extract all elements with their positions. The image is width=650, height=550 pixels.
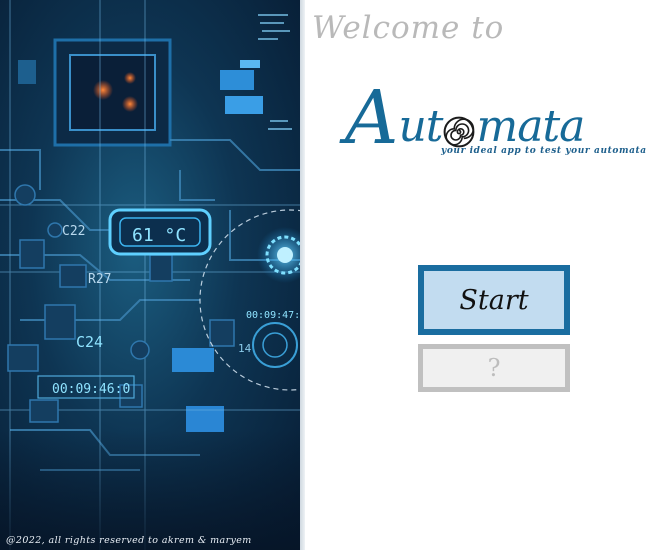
timer-readout-2: 00:09:47:2 — [246, 310, 300, 321]
board-label-c24: C24 — [76, 333, 103, 351]
help-button[interactable]: ? — [418, 344, 570, 392]
logo-tagline: your ideal app to test your automata — [441, 146, 647, 156]
start-button[interactable]: Start — [418, 265, 570, 335]
panel-divider — [300, 0, 305, 550]
logo-letter-a: A — [345, 75, 399, 161]
logo-text-middle: ut — [398, 101, 443, 152]
spiral-icon — [444, 116, 475, 148]
board-label-14: 14 — [238, 342, 252, 355]
board-label-c22: C22 — [62, 224, 85, 239]
app-logo: A ut mata your ideal app to test your au… — [345, 75, 647, 168]
welcome-heading: Welcome to — [312, 10, 505, 46]
board-label-r27: R27 — [88, 272, 111, 287]
temperature-readout: 61 °C — [132, 225, 186, 246]
hud-dial-icon — [199, 209, 300, 391]
circuit-board-image: 61 °C C22 R27 C24 14 00:09:46:0 00:09:47… — [0, 0, 300, 550]
timer-readout-1: 00:09:46:0 — [52, 382, 130, 397]
copyright-text: @2022, all rights reserved to akrem & ma… — [6, 535, 252, 546]
